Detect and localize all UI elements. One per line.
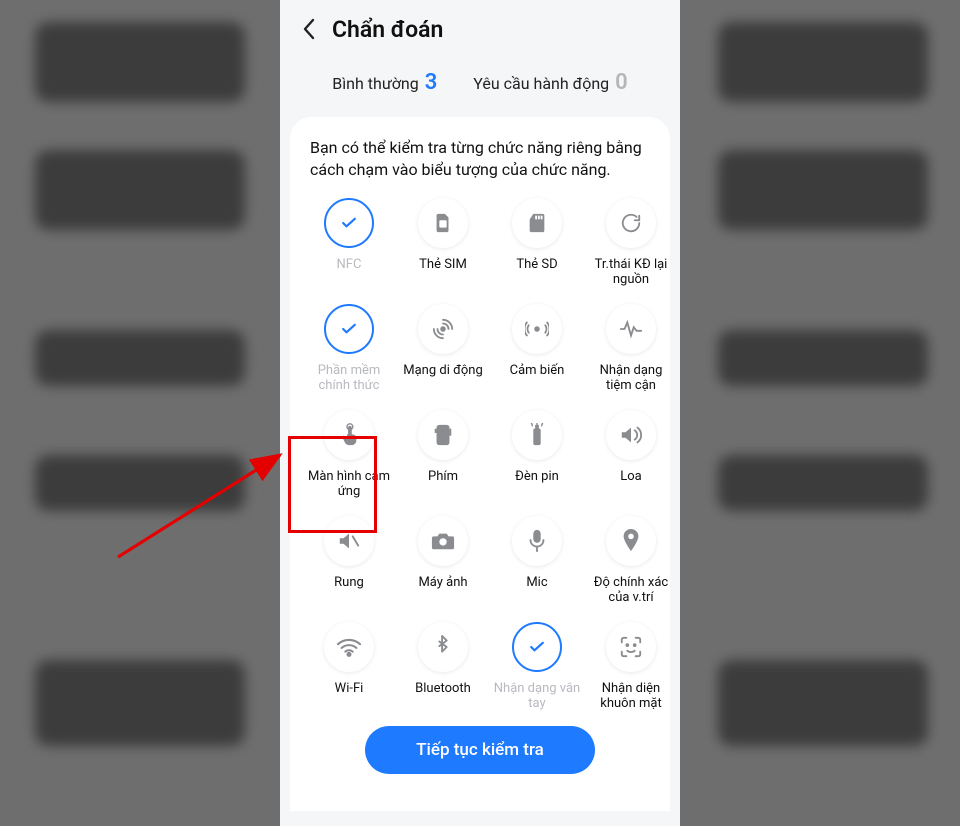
- tile-label: Tr.thái KĐ lại nguồn: [586, 258, 676, 288]
- face-icon: [606, 622, 656, 672]
- tile-label: Máy ảnh: [418, 576, 467, 606]
- tile-mobile[interactable]: Mạng di động: [398, 294, 488, 394]
- tile-sim[interactable]: Thẻ SIM: [398, 188, 488, 288]
- tile-official[interactable]: Phần mềm chính thức: [304, 294, 394, 394]
- tile-camera[interactable]: Máy ảnh: [398, 506, 488, 606]
- tile-label: Phần mềm chính thức: [304, 364, 394, 394]
- tile-label: Nhận dạng tiệm cận: [586, 364, 676, 394]
- speaker-icon: [606, 410, 656, 460]
- tile-label: NFC: [337, 258, 362, 288]
- tile-label: Thẻ SD: [516, 258, 557, 288]
- touch-icon: [324, 410, 374, 460]
- finger-icon: [512, 622, 562, 672]
- location-icon: [606, 516, 656, 566]
- tile-label: Rung: [334, 576, 364, 606]
- phone-screen: Chẩn đoán Bình thường 3 Yêu cầu hành độn…: [280, 0, 680, 826]
- vibrate-icon: [324, 516, 374, 566]
- stat-action: Yêu cầu hành động 0: [473, 70, 627, 95]
- tile-label: Wi-Fi: [335, 682, 364, 712]
- wifi-icon: [324, 622, 374, 672]
- tile-label: Mạng di động: [403, 364, 483, 394]
- buttons-icon: [418, 410, 468, 460]
- page-title: Chẩn đoán: [332, 16, 443, 43]
- tile-touch[interactable]: Màn hình cảm ứng: [304, 400, 394, 500]
- tile-label: Thẻ SIM: [419, 258, 467, 288]
- tile-label: Bluetooth: [415, 682, 471, 712]
- flash-icon: [512, 410, 562, 460]
- tile-sd[interactable]: Thẻ SD: [492, 188, 582, 288]
- stat-action-count: 0: [615, 70, 628, 95]
- tile-label: Cảm biến: [510, 364, 565, 394]
- tile-proximity[interactable]: Nhận dạng tiệm cận: [586, 294, 676, 394]
- stat-normal-count: 3: [425, 70, 438, 95]
- diagnostics-card: Bạn có thể kiểm tra từng chức năng riêng…: [290, 117, 670, 811]
- header: Chẩn đoán: [280, 0, 680, 58]
- arrow-annotation: [108, 447, 288, 565]
- sim-icon: [418, 198, 468, 248]
- tile-nfc[interactable]: NFC: [304, 188, 394, 288]
- tile-flash[interactable]: Đèn pin: [492, 400, 582, 500]
- tile-label: Loa: [620, 470, 642, 500]
- stat-action-label: Yêu cầu hành động: [473, 74, 609, 93]
- tile-wifi[interactable]: Wi-Fi: [304, 612, 394, 712]
- tile-speaker[interactable]: Loa: [586, 400, 676, 500]
- camera-icon: [418, 516, 468, 566]
- tile-finger[interactable]: Nhận dạng vân tay: [492, 612, 582, 712]
- stats-row: Bình thường 3 Yêu cầu hành động 0: [280, 58, 680, 117]
- tile-label: Nhận dạng vân tay: [492, 682, 582, 712]
- tile-restart[interactable]: Tr.thái KĐ lại nguồn: [586, 188, 676, 288]
- back-button[interactable]: [294, 15, 322, 43]
- tile-bluetooth[interactable]: Bluetooth: [398, 612, 488, 712]
- nfc-icon: [324, 198, 374, 248]
- sensor-icon: [512, 304, 562, 354]
- tile-label: Màn hình cảm ứng: [304, 470, 394, 500]
- tile-buttons[interactable]: Phím: [398, 400, 488, 500]
- tile-vibrate[interactable]: Rung: [304, 506, 394, 606]
- official-icon: [324, 304, 374, 354]
- card-description: Bạn có thể kiểm tra từng chức năng riêng…: [304, 137, 656, 188]
- tile-label: Độ chính xác của v.trí: [586, 576, 676, 606]
- tile-label: Nhận diện khuôn mặt: [586, 682, 676, 712]
- tile-mic[interactable]: Mic: [492, 506, 582, 606]
- sd-icon: [512, 198, 562, 248]
- continue-button[interactable]: Tiếp tục kiểm tra: [365, 726, 595, 774]
- tile-label: Mic: [526, 576, 547, 606]
- mic-icon: [512, 516, 562, 566]
- tile-sensor[interactable]: Cảm biến: [492, 294, 582, 394]
- tile-face[interactable]: Nhận diện khuôn mặt: [586, 612, 676, 712]
- mobile-icon: [418, 304, 468, 354]
- tile-location[interactable]: Độ chính xác của v.trí: [586, 506, 676, 606]
- tile-label: Phím: [428, 470, 458, 500]
- stat-normal-label: Bình thường: [332, 74, 418, 93]
- tile-label: Đèn pin: [515, 470, 559, 500]
- diagnostics-grid: NFCThẻ SIMThẻ SDTr.thái KĐ lại nguồnPhần…: [304, 188, 656, 712]
- stat-normal: Bình thường 3: [332, 70, 437, 95]
- proximity-icon: [606, 304, 656, 354]
- restart-icon: [606, 198, 656, 248]
- bluetooth-icon: [418, 622, 468, 672]
